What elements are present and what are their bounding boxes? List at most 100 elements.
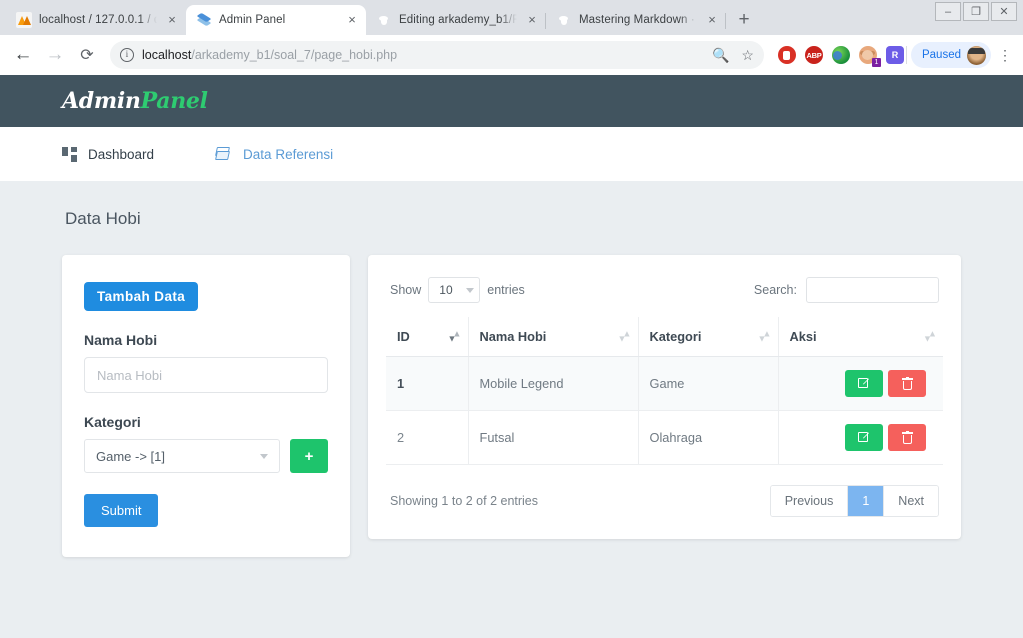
kategori-select[interactable]: Game -> [1] xyxy=(84,439,280,473)
tab-close-icon[interactable]: × xyxy=(164,12,180,28)
column-header-nama-hobi[interactable]: Nama Hobi ▲ ▼ xyxy=(468,317,639,357)
table-row[interactable]: 2 Futsal Olahraga xyxy=(386,410,943,465)
cell-aksi xyxy=(778,356,943,411)
toolbar-divider xyxy=(905,46,907,64)
tab-strip: localhost / 127.0.0.1 / db_ark × Admin P… xyxy=(0,0,1023,35)
search-control: Search: xyxy=(754,277,939,303)
search-input[interactable] xyxy=(806,277,939,303)
app-header: AdminPanel xyxy=(0,75,1023,127)
hobi-table: ID ▲ ▼ Nama Hobi ▲ ▼ Kategori ▲ ▼ Aksi ▲… xyxy=(386,317,943,465)
nav-label: Data Referensi xyxy=(243,146,334,162)
content-area: Data Hobi Tambah Data Nama Hobi Nama Hob… xyxy=(0,181,1023,557)
r-extension-icon[interactable]: R xyxy=(885,46,904,64)
browser-tab-admin-panel[interactable]: Admin Panel × xyxy=(186,5,366,35)
brand-second: Panel xyxy=(140,88,208,114)
github-icon xyxy=(376,12,392,28)
column-label: Aksi xyxy=(789,329,817,344)
nama-hobi-input[interactable]: Nama Hobi xyxy=(84,357,328,393)
tab-close-icon[interactable]: × xyxy=(704,12,720,28)
kebab-menu-icon[interactable]: ⋮ xyxy=(995,48,1015,62)
maximize-button[interactable]: ❐ xyxy=(963,2,989,21)
close-window-button[interactable]: ✕ xyxy=(991,2,1017,21)
cell-id: 1 xyxy=(386,356,469,411)
cell-kategori: Olahraga xyxy=(638,410,779,465)
profile-avatar xyxy=(967,45,986,65)
grid-icon xyxy=(62,146,77,162)
sort-icon: ▲ ▼ xyxy=(617,328,632,343)
tab-close-icon[interactable]: × xyxy=(524,12,540,28)
url-host: localhost xyxy=(142,48,192,62)
entries-select[interactable]: 10 xyxy=(428,277,481,303)
cell-kategori: Game xyxy=(638,356,779,411)
column-label: Nama Hobi xyxy=(479,329,547,344)
table-card: Show 10 entries Search: ID ▲ ▼ Nama Hobi… xyxy=(368,255,961,539)
submit-button[interactable]: Submit xyxy=(84,494,159,527)
browser-tab-phpmyadmin[interactable]: localhost / 127.0.0.1 / db_ark × xyxy=(6,5,186,35)
form-card: Tambah Data Nama Hobi Nama Hobi Kategori… xyxy=(62,255,350,557)
pagination-page-1[interactable]: 1 xyxy=(848,486,885,516)
kategori-selected-value: Game -> [1] xyxy=(96,448,165,464)
column-header-id[interactable]: ID ▲ ▼ xyxy=(386,317,469,357)
star-icon[interactable]: ☆ xyxy=(741,47,754,64)
forward-icon[interactable]: → xyxy=(40,40,70,70)
entries-value: 10 xyxy=(439,283,453,297)
edit-button[interactable] xyxy=(845,370,883,397)
info-icon[interactable]: i xyxy=(120,48,134,62)
entries-label: entries xyxy=(487,283,525,297)
delete-button[interactable] xyxy=(888,370,926,397)
address-bar[interactable]: i localhost/arkademy_b1/soal_7/page_hobi… xyxy=(110,41,764,69)
tambah-data-badge[interactable]: Tambah Data xyxy=(84,282,199,311)
column-header-aksi[interactable]: Aksi ▲ ▼ xyxy=(778,317,943,357)
chevron-down-icon xyxy=(260,453,268,459)
add-category-button[interactable]: + xyxy=(290,439,328,473)
window-controls: – ❐ ✕ xyxy=(935,2,1017,21)
column-header-kategori[interactable]: Kategori ▲ ▼ xyxy=(638,317,779,357)
show-label: Show xyxy=(390,283,422,297)
cell-nama-hobi: Futsal xyxy=(468,410,639,465)
tab-title: localhost / 127.0.0.1 / db_ark xyxy=(39,14,157,26)
profile-status-label: Paused xyxy=(921,49,961,61)
edit-button[interactable] xyxy=(845,424,883,451)
column-label: ID xyxy=(397,329,410,344)
cell-id: 2 xyxy=(386,410,469,465)
trash-icon xyxy=(901,376,914,390)
pagination: Previous 1 Next xyxy=(769,485,939,517)
book-icon xyxy=(214,146,232,162)
monkey-extension-icon[interactable]: 1 xyxy=(858,46,881,67)
idm-extension-icon[interactable] xyxy=(831,46,850,64)
table-info: Showing 1 to 2 of 2 entries xyxy=(390,494,539,508)
browser-window: localhost / 127.0.0.1 / db_ark × Admin P… xyxy=(0,0,1023,638)
browser-tab-mastering-markdown[interactable]: Mastering Markdown · GitHub × xyxy=(546,5,726,35)
nama-hobi-label: Nama Hobi xyxy=(84,332,158,348)
url-path: /arkademy_b1/soal_7/page_hobi.php xyxy=(191,48,398,62)
stop-extension-icon[interactable] xyxy=(777,46,796,64)
column-label: Kategori xyxy=(649,329,702,344)
tab-close-icon[interactable]: × xyxy=(344,12,360,28)
adblock-plus-icon[interactable]: ABP xyxy=(804,46,823,64)
minimize-button[interactable]: – xyxy=(935,2,961,21)
profile-button[interactable]: Paused xyxy=(910,42,991,68)
back-icon[interactable]: ← xyxy=(8,40,38,70)
reload-icon[interactable]: ⟳ xyxy=(72,40,102,70)
browser-tab-editing-readme[interactable]: Editing arkademy_b1/README × xyxy=(366,5,546,35)
new-tab-button[interactable]: + xyxy=(730,6,758,34)
search-label: Search: xyxy=(753,283,797,297)
nav-item-data-referensi[interactable]: Data Referensi xyxy=(214,146,334,162)
sort-icon: ▲ ▼ xyxy=(923,328,937,343)
tab-title: Mastering Markdown · GitHub xyxy=(579,14,697,26)
edit-pencil-icon xyxy=(857,431,871,444)
extension-icons: ABP 1 R xyxy=(772,46,904,67)
main-nav: Dashboard Data Referensi xyxy=(0,127,1023,181)
nav-item-dashboard[interactable]: Dashboard xyxy=(62,146,154,162)
search-icon[interactable]: 🔍 xyxy=(712,47,729,64)
kategori-label: Kategori xyxy=(84,414,141,430)
phpmyadmin-icon xyxy=(16,12,32,28)
delete-button[interactable] xyxy=(888,424,926,451)
pagination-previous[interactable]: Previous xyxy=(770,486,849,516)
kategori-row: Game -> [1] + xyxy=(84,439,328,473)
table-row[interactable]: 1 Mobile Legend Game xyxy=(386,356,943,411)
tab-divider xyxy=(725,13,726,29)
trash-icon xyxy=(901,430,914,444)
pagination-next[interactable]: Next xyxy=(884,486,938,516)
brand-logo[interactable]: AdminPanel xyxy=(62,88,208,114)
